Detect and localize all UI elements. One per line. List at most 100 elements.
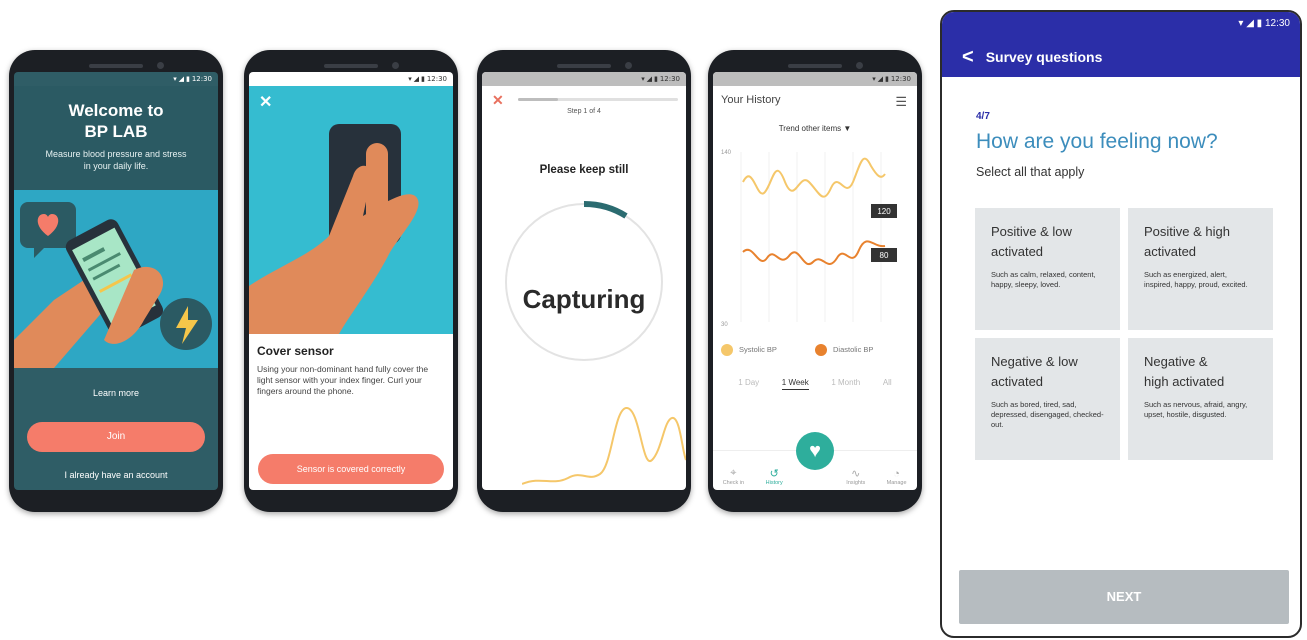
pulse-waveform [522,407,686,485]
range-tab-month[interactable]: 1 Month [831,378,860,390]
history-screen: ▾ ◢ ▮ 12:30 Your History ☰ Trend other i… [713,72,917,490]
chart-legend: Systolic BP Diastolic BP [721,344,909,356]
camera [856,62,863,69]
phone-cover-sensor: ▾ ◢ ▮ 12:30 ✕ Cover sensor Using your no… [244,50,458,512]
option-title: Negative & low activated [991,354,1078,389]
step-progress-bar [518,98,678,101]
option-negative-high[interactable]: Negative & high activated Such as nervou… [1128,338,1273,460]
trend-label: Trend other items [778,124,842,133]
option-positive-high[interactable]: Positive & high activated Such as energi… [1128,208,1273,330]
heart-icon: ♥ [809,440,821,462]
diastolic-dot [814,344,827,356]
status-bar: ▾ ◢ ▮ 12:30 [482,72,686,86]
option-description: Such as bored, tired, sad, depressed, di… [991,400,1104,429]
step-indicator: Step 1 of 4 [567,108,601,115]
profile-icon: ◔ [893,468,900,480]
range-tab-week[interactable]: 1 Week [781,378,809,390]
history-icon: ↺ [769,468,779,480]
status-time: 12:30 [1264,18,1290,29]
sensor-covered-button[interactable]: Sensor is covered correctly [258,454,444,484]
range-tab-day[interactable]: 1 Day [738,378,759,390]
nav-label: Insights [846,480,866,486]
next-button[interactable]: NEXT [959,570,1289,624]
option-title: Negative & high activated [1144,354,1225,389]
capturing-screen: ▾ ◢ ▮ 12:30 ✕ Step 1 of 4 Please keep st… [482,72,686,490]
speaker [788,64,842,68]
welcome-subtitle: Measure blood pressure and stress in you… [45,149,187,171]
trend-dropdown[interactable]: Trend other items ▼ [713,124,917,133]
app-bar: < Survey questions [942,37,1300,77]
status-time: 12:30 [191,75,212,83]
caret-down-icon: ▼ [843,124,852,133]
status-time: 12:30 [659,75,680,83]
status-bar: ▾ ◢ ▮ 12:30 [713,72,917,86]
camera [392,62,399,69]
option-description: Such as nervous, afraid, angry, upset, h… [1144,400,1248,419]
camera [625,62,632,69]
welcome-header: Welcome to BP LAB Measure blood pressure… [14,86,218,190]
history-title: Your History [721,94,781,106]
status-time: 12:30 [890,75,911,83]
range-tabs: 1 Day 1 Week 1 Month All [713,378,917,390]
diastolic-callout: 80 [880,251,889,260]
nav-check-in[interactable]: ⌖ Check in [718,467,748,486]
app-bar-title: Survey questions [985,49,1103,65]
y-axis-bottom-label: 30 [721,322,728,328]
hand-phone-illustration [14,190,218,368]
finger-sensor-illustration [249,86,453,334]
bp-history-chart: 140 30 120 80 [721,150,897,328]
option-title: Positive & low activated [991,224,1072,259]
location-pin-icon: ⌖ [730,467,737,479]
nav-label: Manage [886,480,907,486]
status-time: 12:30 [426,75,447,83]
close-icon[interactable]: ✕ [492,92,504,109]
nav-manage[interactable]: ◔ Manage [882,468,912,486]
capturing-status: Capturing [522,284,646,314]
systolic-callout: 120 [877,207,891,216]
option-title: Positive & high activated [1144,224,1230,259]
speaker [89,64,143,68]
nav-label: History [765,480,783,486]
legend-systolic: Systolic BP [739,344,777,354]
speaker [324,64,378,68]
measure-heart-button[interactable]: ♥ [796,432,834,470]
camera [157,62,164,69]
mood-options-grid: Positive & low activated Such as calm, r… [975,208,1275,460]
welcome-screen: ▾ ◢ ▮ 12:30 Welcome to BP LAB Measure bl… [14,72,218,490]
status-bar: ▾ ◢ ▮ 12:30 [173,75,212,83]
survey-screen: ▾ ◢ ▮ 12:30 < Survey questions 4/7 How a… [940,10,1302,638]
phone-welcome: ▾ ◢ ▮ 12:30 Welcome to BP LAB Measure bl… [9,50,223,512]
step-progress-fill [518,98,558,101]
list-menu-icon[interactable]: ☰ [895,94,907,110]
existing-account-link[interactable]: I already have an account [14,470,218,480]
learn-more-link[interactable]: Learn more [14,388,218,398]
cover-sensor-instructions: Using your non-dominant hand fully cover… [257,364,429,396]
lightning-bubble-icon [160,298,212,350]
close-icon[interactable]: ✕ [259,92,272,112]
option-description: Such as calm, relaxed, content, happy, s… [991,270,1096,289]
phone-capturing: ▾ ◢ ▮ 12:30 ✕ Step 1 of 4 Please keep st… [477,50,691,512]
insights-icon: ∿ [851,468,861,480]
survey-question: How are you feeling now? [976,130,1218,153]
cover-sensor-screen: ▾ ◢ ▮ 12:30 ✕ Cover sensor Using your no… [249,72,453,490]
legend-diastolic: Diastolic BP [832,344,874,354]
nav-history[interactable]: ↺ History [759,467,789,486]
y-axis-top-label: 140 [721,150,732,156]
option-positive-low[interactable]: Positive & low activated Such as calm, r… [975,208,1120,330]
join-button[interactable]: Join [27,422,205,452]
range-tab-all[interactable]: All [883,378,892,390]
nav-insights[interactable]: ∿ Insights [841,467,871,486]
app-screens-collage: ▾ ◢ ▮ 12:30 Welcome to BP LAB Measure bl… [0,0,1307,640]
cover-sensor-heading: Cover sensor [257,344,334,358]
diastolic-line [742,240,886,266]
phone-history: ▾ ◢ ▮ 12:30 Your History ☰ Trend other i… [708,50,922,512]
capture-ring [505,200,663,361]
status-bar: ▾ ◢ ▮ 12:30 [942,12,1300,37]
status-bar: ▾ ◢ ▮ 12:30 [408,75,447,83]
question-counter: 4/7 [976,111,990,122]
welcome-title: Welcome to BP LAB [68,101,164,141]
speaker [557,64,611,68]
option-negative-low[interactable]: Negative & low activated Such as bored, … [975,338,1120,460]
survey-instruction: Select all that apply [976,165,1085,179]
back-chevron-icon[interactable]: < [962,46,974,69]
